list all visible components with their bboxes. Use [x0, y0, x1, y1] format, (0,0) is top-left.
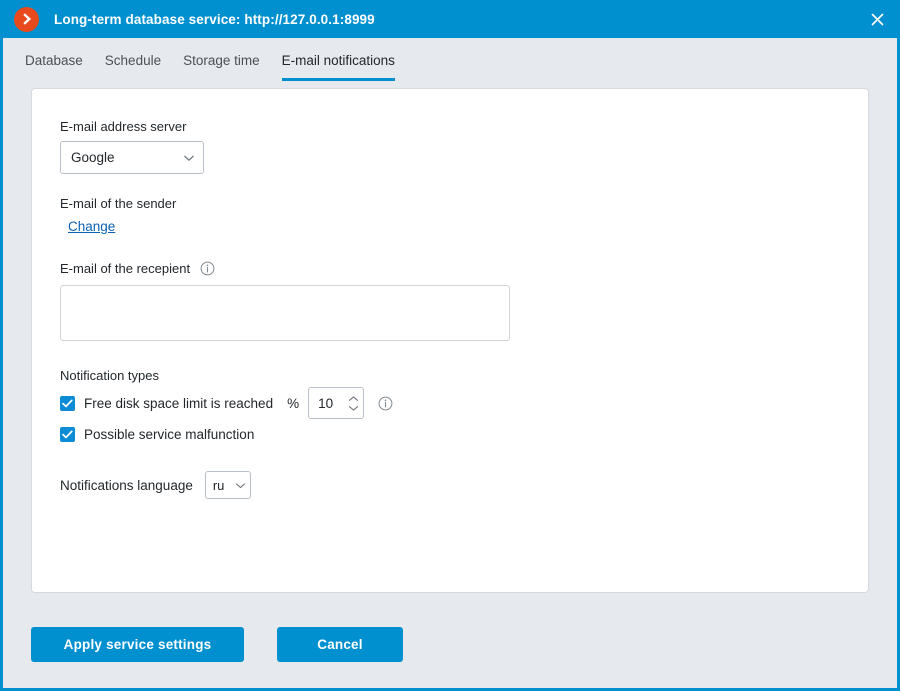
- language-label: Notifications language: [60, 477, 193, 493]
- checkbox-free-disk-space[interactable]: [60, 395, 75, 411]
- apply-service-settings-button[interactable]: Apply service settings: [31, 626, 244, 662]
- content-area: E-mail address server Google E-mail of t…: [3, 81, 897, 600]
- server-label: E-mail address server: [60, 119, 187, 134]
- notification-types-section: Notification types Free disk space limit…: [32, 368, 868, 445]
- sender-section: E-mail of the sender Change: [32, 196, 868, 236]
- close-icon[interactable]: [854, 0, 900, 38]
- recipient-input[interactable]: [60, 285, 510, 341]
- window-title: Long-term database service: http://127.0…: [54, 11, 375, 27]
- language-select-value: ru: [212, 477, 225, 493]
- tab-database[interactable]: Database: [25, 53, 83, 81]
- title-bar: Long-term database service: http://127.0…: [0, 0, 900, 38]
- chevron-down-icon: [235, 476, 246, 494]
- notification-row-disk-space: Free disk space limit is reached % 10: [60, 387, 868, 419]
- language-select[interactable]: ru: [204, 471, 251, 499]
- checkbox-label-possible-service-malfunction: Possible service malfunction: [84, 426, 255, 442]
- tab-email-notifications[interactable]: E-mail notifications: [281, 53, 395, 81]
- server-select-value: Google: [71, 150, 115, 165]
- language-section: Notifications language ru: [32, 471, 868, 499]
- change-sender-link[interactable]: Change: [68, 219, 115, 234]
- chevron-right-circle-icon: [14, 6, 39, 32]
- recipient-label-row: E-mail of the recepient: [60, 261, 868, 276]
- recipient-label: E-mail of the recepient: [60, 261, 191, 276]
- disk-space-percent-value: 10: [318, 395, 334, 411]
- checkbox-label-free-disk-space: Free disk space limit is reached: [84, 395, 274, 411]
- info-icon[interactable]: [200, 261, 215, 276]
- tab-bar: Database Schedule Storage time E-mail no…: [3, 38, 897, 81]
- settings-card: E-mail address server Google E-mail of t…: [31, 88, 869, 593]
- tab-storage-time[interactable]: Storage time: [183, 53, 260, 81]
- percent-unit-label: %: [287, 395, 300, 411]
- cancel-button[interactable]: Cancel: [277, 626, 403, 662]
- footer-actions: Apply service settings Cancel: [3, 600, 897, 688]
- tab-schedule[interactable]: Schedule: [105, 53, 161, 81]
- chevron-up-icon: [348, 395, 359, 401]
- server-section: E-mail address server Google: [32, 119, 868, 174]
- stepper-arrows[interactable]: [348, 395, 359, 411]
- checkbox-possible-service-malfunction[interactable]: [60, 426, 75, 442]
- notification-row-malfunction: Possible service malfunction: [60, 423, 868, 445]
- recipient-section: E-mail of the recepient: [32, 261, 868, 346]
- app-window: Long-term database service: http://127.0…: [0, 0, 900, 691]
- disk-space-percent-stepper[interactable]: 10: [308, 387, 365, 419]
- sender-label: E-mail of the sender: [60, 196, 177, 211]
- chevron-down-icon: [183, 154, 195, 162]
- chevron-down-icon: [348, 405, 359, 411]
- notification-types-label: Notification types: [60, 368, 159, 383]
- server-select[interactable]: Google: [60, 141, 204, 174]
- info-icon[interactable]: [378, 396, 393, 411]
